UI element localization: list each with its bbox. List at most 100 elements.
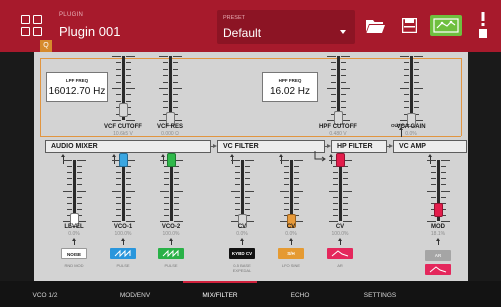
slider-tick [441, 196, 446, 198]
slider-tick [126, 208, 131, 210]
slider-tick [333, 172, 338, 174]
mod-source-button[interactable]: AR [425, 250, 451, 261]
slider-tick [333, 202, 338, 204]
slider-tick [67, 202, 72, 204]
slider-tick [77, 178, 82, 180]
slider-tick [284, 184, 289, 186]
slider-tick [126, 178, 131, 180]
mix-slider-6-thumb[interactable] [434, 203, 443, 218]
slider-tick [159, 88, 168, 89]
mix-slider-1-track[interactable] [122, 160, 125, 221]
mix-slider-4-track[interactable] [290, 160, 293, 221]
slider-tick [294, 166, 299, 168]
hpf-freq-readout: HPF FREQ 16.02 Hz [262, 72, 318, 102]
slider-tick [245, 160, 254, 161]
slider-tick [235, 202, 240, 204]
slider-tick [414, 94, 419, 96]
slider-tick [174, 214, 179, 216]
mix-slider-0-track[interactable] [73, 160, 76, 221]
slider-tick [116, 196, 121, 198]
slider-tick [173, 62, 178, 64]
waveform-button[interactable] [110, 248, 136, 259]
mod-source-button[interactable]: KYBD CV [229, 248, 255, 259]
slider-tick [112, 120, 121, 121]
slider-tick [63, 190, 72, 192]
slider-tick [329, 221, 338, 222]
slider-tick [174, 172, 179, 174]
mod-source-sub-label: PULSE [164, 263, 178, 268]
envelope-button[interactable] [327, 248, 353, 259]
slider-tick [284, 208, 289, 210]
tab-echo[interactable]: ECHO [272, 281, 328, 307]
slider-tick [414, 88, 423, 89]
mod-envelope-button[interactable] [425, 264, 451, 275]
slider-tick [343, 196, 348, 198]
mod-source-sub-label: LFO SINE [281, 263, 301, 268]
slider-tick [329, 190, 338, 192]
slider-tick [343, 221, 352, 222]
slider-tick [173, 68, 178, 70]
mod-source-button[interactable]: NOISE [61, 248, 87, 259]
plugin-name[interactable]: Plugin 001 [59, 24, 120, 39]
slider-tick [173, 81, 178, 83]
save-icon[interactable] [402, 18, 417, 33]
slider-tick [327, 88, 336, 89]
slider-tick [343, 214, 348, 216]
top-slider-0-thumb[interactable] [119, 103, 128, 118]
browser-grid-icon[interactable] [21, 15, 43, 37]
slider-tick [116, 214, 121, 216]
folder-icon[interactable] [366, 19, 385, 33]
slider-tick [404, 75, 409, 77]
mix-slider-5-track[interactable] [339, 160, 342, 221]
slider-tick [294, 184, 299, 186]
slider-label: CV [335, 224, 345, 230]
mix-slider-1-thumb[interactable] [119, 153, 128, 167]
slider-tick [126, 68, 131, 70]
dropdown-arrow-icon [340, 30, 346, 34]
slider-tick [126, 202, 131, 204]
tab-vco[interactable]: VCO 1/2 [14, 281, 76, 307]
slider-tick [116, 178, 121, 180]
slider-tick [414, 62, 419, 64]
top-slider-2-thumb[interactable] [334, 111, 343, 126]
slider-tick [245, 184, 250, 186]
slider-tick [431, 196, 436, 198]
slider-tick [284, 172, 289, 174]
slider-tick [235, 208, 240, 210]
slider-tick [341, 81, 346, 83]
slider-tick [414, 68, 419, 70]
mix-slider-2-track[interactable] [170, 160, 173, 221]
slider-tick [404, 68, 409, 70]
arrow-up-icon [399, 127, 403, 137]
slider-tick [331, 107, 336, 109]
slider-tick [427, 190, 436, 192]
slider-value: 0.0% [405, 131, 417, 137]
top-slider-1-track[interactable] [169, 56, 172, 120]
mix-slider-3-track[interactable] [241, 160, 244, 221]
slider-tick [414, 100, 419, 102]
slider-tick [343, 172, 348, 174]
tab-mix-filter[interactable]: MIX/FILTER [183, 281, 257, 307]
tab-mod-env[interactable]: MOD/ENV [100, 281, 170, 307]
slider-tick [126, 75, 131, 77]
slider-tick [333, 196, 338, 198]
preset-selector[interactable]: PRESET Default [217, 10, 355, 44]
slider-tick [414, 56, 423, 57]
tab-settings[interactable]: SETTINGS [340, 281, 420, 307]
slider-tick [116, 202, 121, 204]
slider-tick [173, 94, 178, 96]
slider-tick [441, 221, 450, 222]
slider-tick [404, 94, 409, 96]
slider-tick [441, 190, 450, 192]
mod-source-button[interactable]: S/H [278, 248, 304, 259]
patch-view-button[interactable] [430, 15, 462, 36]
top-slider-3-track[interactable] [410, 56, 413, 120]
q-badge: Q [40, 40, 52, 52]
slider-tick [173, 100, 178, 102]
slider-tick [77, 208, 82, 210]
slider-tick [333, 214, 338, 216]
mix-slider-2-thumb[interactable] [167, 153, 176, 167]
waveform-button[interactable] [158, 248, 184, 259]
menu-alert-icon[interactable] [479, 12, 487, 40]
mix-slider-5-thumb[interactable] [336, 153, 345, 167]
